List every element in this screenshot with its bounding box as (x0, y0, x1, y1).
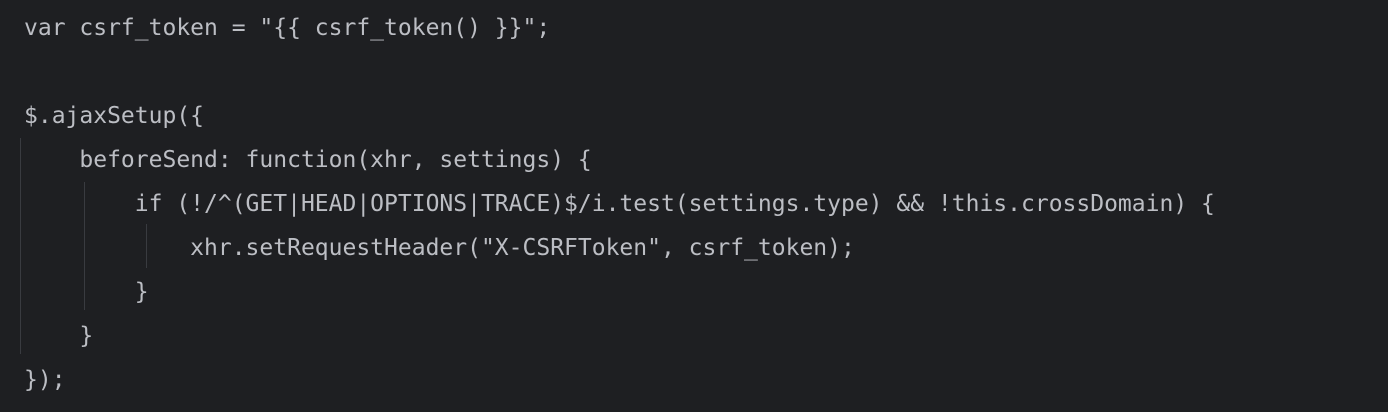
code-line: xhr.setRequestHeader("X-CSRFToken", csrf… (24, 235, 855, 261)
code-line: beforeSend: function(xhr, settings) { (24, 147, 592, 173)
code-block[interactable]: var csrf_token = "{{ csrf_token() }}"; $.… (24, 6, 1215, 402)
code-line: $.ajaxSetup({ (24, 103, 205, 129)
code-editor[interactable]: var csrf_token = "{{ csrf_token() }}"; $.… (0, 0, 1388, 412)
indent-guide (20, 138, 21, 354)
code-line: } (24, 279, 149, 305)
code-line: }); (24, 367, 66, 393)
code-line: if (!/^(GET|HEAD|OPTIONS|TRACE)$/i.test(… (24, 191, 1215, 217)
code-line: } (24, 323, 94, 349)
code-line: var csrf_token = "{{ csrf_token() }}"; (24, 15, 551, 41)
